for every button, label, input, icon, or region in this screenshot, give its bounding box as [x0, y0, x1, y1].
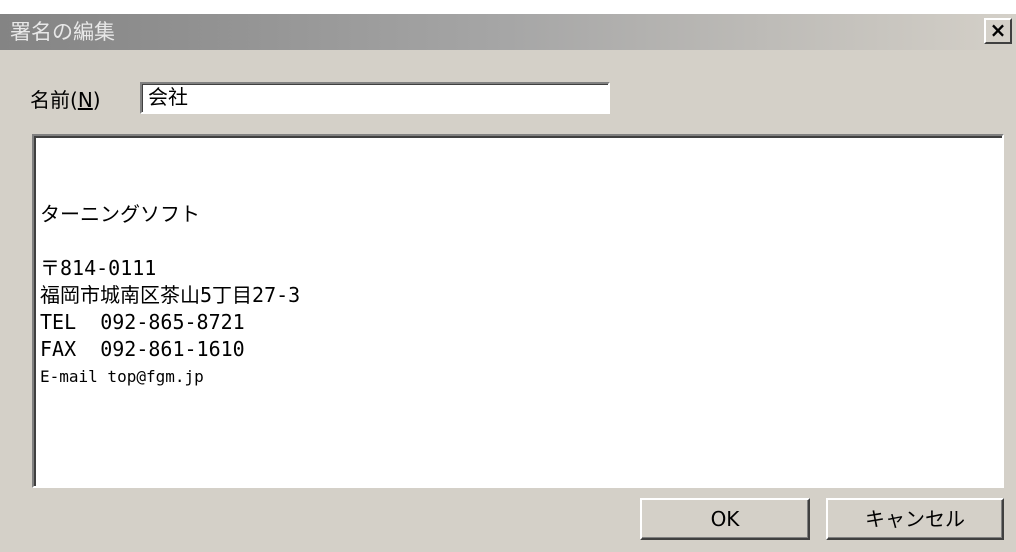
name-label-prefix: 名前(: [30, 88, 78, 112]
cancel-button[interactable]: キャンセル: [826, 498, 1004, 540]
signature-line-company: ターニングソフト: [40, 202, 200, 226]
signature-line-address: 福岡市城南区茶山5丁目27-3: [40, 283, 301, 307]
name-label: 名前(N): [30, 86, 101, 114]
close-icon: ×: [989, 18, 1007, 42]
close-button[interactable]: ×: [984, 18, 1012, 44]
signature-line-email: E-mail top@fgm.jp: [40, 367, 204, 386]
edit-signature-dialog: 署名の編集 × 名前(N) 会社 ターニングソフト 〒814-0111 福岡市城…: [0, 14, 1016, 552]
signature-line-postal-code: 〒814-0111: [40, 256, 157, 280]
name-label-accelerator: N: [77, 88, 93, 112]
name-label-suffix: ): [92, 88, 101, 112]
name-input[interactable]: 会社: [140, 82, 610, 114]
signature-line-tel: TEL 092-865-8721: [40, 310, 245, 334]
ok-button[interactable]: OK: [640, 498, 810, 540]
signature-line-blank: [40, 228, 1002, 255]
signature-line-blank: [40, 174, 1002, 201]
title-bar[interactable]: 署名の編集 ×: [0, 14, 1016, 50]
window-title: 署名の編集: [10, 20, 115, 44]
signature-line-fax: FAX 092-861-1610: [40, 337, 245, 361]
signature-textarea[interactable]: ターニングソフト 〒814-0111 福岡市城南区茶山5丁目27-3 TEL 0…: [32, 134, 1004, 488]
